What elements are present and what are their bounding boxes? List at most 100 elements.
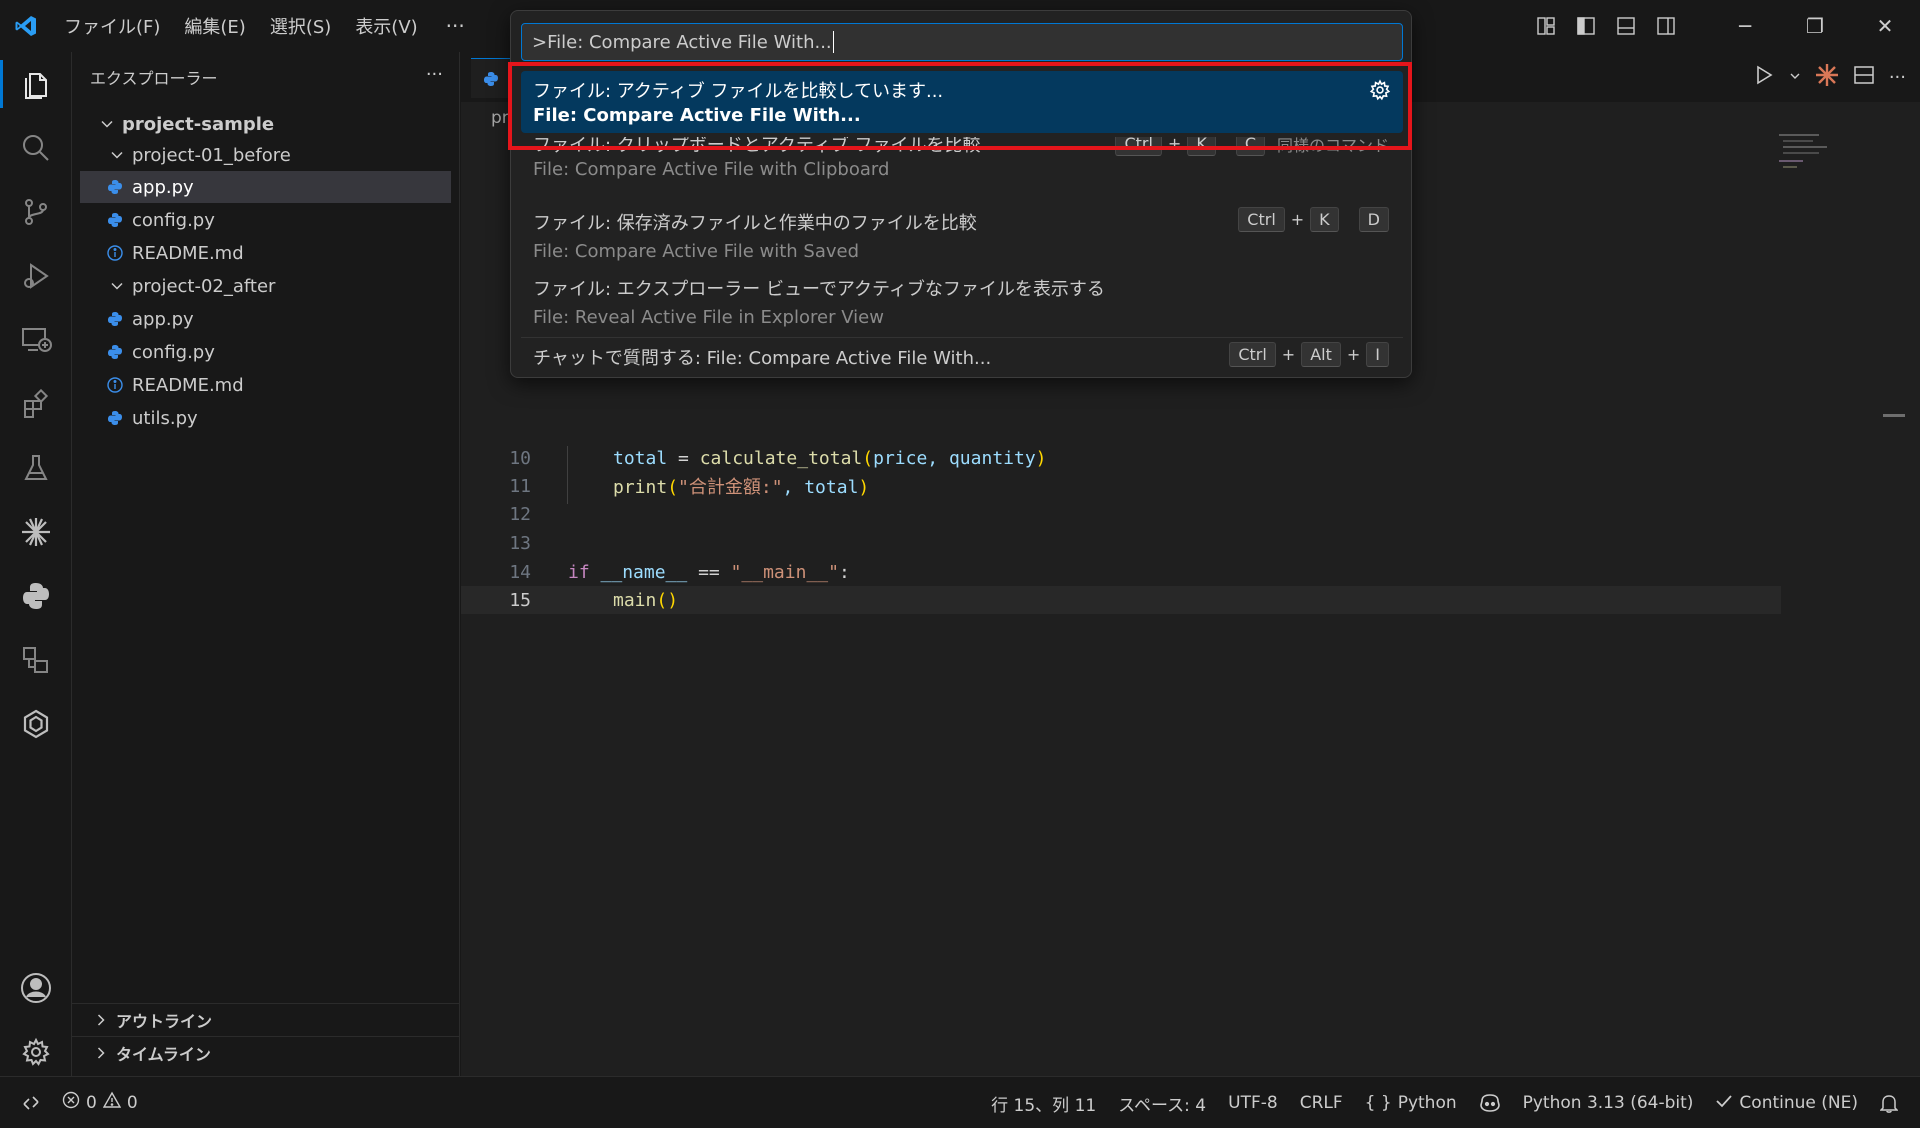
- python-interpreter[interactable]: Python 3.13 (64-bit): [1512, 1077, 1705, 1128]
- palette-item-detail: File: Reveal Active File in Explorer Vie…: [533, 307, 884, 328]
- palette-item-detail: File: Compare Active File with Clipboard: [533, 159, 890, 180]
- command-palette-query: >File: Compare Active File With...: [532, 31, 832, 53]
- code-line-14[interactable]: 14 if __name__ == "__main__":: [461, 558, 1781, 586]
- tree-folder-root[interactable]: project-sample: [80, 108, 451, 140]
- cursor-position[interactable]: 行 15、列 11: [980, 1077, 1107, 1128]
- toggle-primary-sidebar-icon[interactable]: [1566, 0, 1606, 52]
- restore-button[interactable]: ❐: [1780, 0, 1850, 52]
- command-palette-input[interactable]: >File: Compare Active File With...: [521, 23, 1403, 61]
- accounts-icon[interactable]: [0, 956, 72, 1020]
- palette-item-ask-chat[interactable]: チャットで質問する: File: Compare Active File Wit…: [521, 337, 1403, 373]
- continue-label: Continue (NE): [1739, 1093, 1858, 1113]
- palette-item-reveal-in-explorer[interactable]: ファイル: エクスプローラー ビューでアクティブなファイルを表示する File:…: [521, 269, 1403, 331]
- tree-folder-project-02[interactable]: project-02_after: [80, 270, 451, 302]
- language-label: Python: [1397, 1093, 1457, 1113]
- scrollbar-marker[interactable]: [1883, 414, 1905, 417]
- run-and-debug-icon[interactable]: [0, 244, 72, 308]
- check-icon: [1715, 1092, 1733, 1115]
- toggle-panel-icon[interactable]: [1606, 0, 1646, 52]
- menu-edit[interactable]: 編集(E): [172, 0, 257, 52]
- notifications-bell-icon[interactable]: [1869, 1077, 1920, 1128]
- code-line-15[interactable]: 15 main(): [461, 586, 1781, 614]
- search-icon[interactable]: [0, 116, 72, 180]
- explorer-more-button[interactable]: ···: [426, 64, 443, 85]
- split-editor-icon[interactable]: [1853, 64, 1875, 91]
- status-bar-right: 行 15、列 11 スペース: 4 UTF-8 CRLF { } Python …: [980, 1077, 1920, 1128]
- close-window-button[interactable]: ✕: [1850, 0, 1920, 52]
- code-line-11[interactable]: 11 print("合計金額:", total): [461, 472, 1781, 500]
- palette-item-label: ファイル: エクスプローラー ビューでアクティブなファイルを表示する: [533, 279, 1105, 300]
- explorer-icon[interactable]: [0, 52, 72, 116]
- claude-spark-icon[interactable]: [1815, 63, 1839, 92]
- tree-label: config.py: [132, 341, 215, 363]
- more-actions-icon[interactable]: ···: [1889, 67, 1906, 88]
- end-of-line[interactable]: CRLF: [1289, 1077, 1354, 1128]
- chevron-down-icon[interactable]: [1789, 67, 1801, 87]
- timeline-section[interactable]: タイムライン: [72, 1036, 459, 1068]
- remote-explorer-icon[interactable]: [0, 308, 72, 372]
- tree-file-app-py-2[interactable]: app.py: [80, 303, 451, 335]
- error-count: 0: [86, 1092, 97, 1113]
- code-line-12[interactable]: 12: [461, 500, 1781, 528]
- breadcrumb[interactable]: pr: [491, 108, 509, 128]
- menu-more-button[interactable]: ···: [430, 14, 481, 38]
- error-icon: [62, 1091, 80, 1114]
- python-file-icon: [106, 343, 124, 361]
- braces-icon: { }: [1364, 1093, 1392, 1113]
- tree-file-readme-1[interactable]: README.md: [80, 237, 451, 269]
- tree-file-readme-2[interactable]: README.md: [80, 369, 451, 401]
- tree-file-config-py-1[interactable]: config.py: [80, 204, 451, 236]
- keybinding: Ctrl + K D: [1238, 207, 1389, 232]
- tree-label: app.py: [132, 176, 194, 198]
- chevron-right-icon: [92, 1011, 110, 1029]
- explorer-title: エクスプローラー: [90, 69, 218, 88]
- tree-folder-project-01[interactable]: project-01_before: [80, 139, 451, 171]
- minimap[interactable]: [1779, 132, 1899, 192]
- indentation[interactable]: スペース: 4: [1107, 1077, 1217, 1128]
- title-controls: ─ ❐ ✕: [1526, 0, 1920, 52]
- remote-indicator-icon[interactable]: [0, 1077, 51, 1128]
- palette-item-label: ファイル: 保存済みファイルと作業中のファイルを比較: [533, 213, 977, 234]
- openai-extension-icon[interactable]: [0, 692, 72, 756]
- menu-view[interactable]: 表示(V): [343, 0, 429, 52]
- tree-label: project-sample: [122, 113, 275, 135]
- code-text: total = calculate_total(price, quantity): [613, 447, 1047, 469]
- outline-section[interactable]: アウトライン: [72, 1003, 459, 1035]
- line-number: 13: [509, 532, 531, 554]
- copilot-spark-icon[interactable]: [0, 500, 72, 564]
- explorer-sidebar: エクスプローラー ··· project-sample project-01_b…: [72, 52, 460, 1076]
- line-number: 10: [509, 447, 531, 469]
- problems-indicator[interactable]: 0 0: [51, 1077, 149, 1128]
- continue-status[interactable]: Continue (NE): [1704, 1077, 1869, 1128]
- customize-layout-icon[interactable]: [1526, 0, 1566, 52]
- source-control-icon[interactable]: [0, 180, 72, 244]
- encoding[interactable]: UTF-8: [1217, 1077, 1289, 1128]
- text-caret: [832, 31, 834, 53]
- toggle-secondary-sidebar-icon[interactable]: [1646, 0, 1686, 52]
- python-file-icon: [106, 310, 124, 328]
- palette-item-compare-saved[interactable]: ファイル: 保存済みファイルと作業中のファイルを比較 File: Compare…: [521, 203, 1403, 265]
- copilot-status-icon[interactable]: [1468, 1077, 1512, 1128]
- tree-file-config-py-2[interactable]: config.py: [80, 336, 451, 368]
- tree-label: config.py: [132, 209, 215, 231]
- testing-icon[interactable]: [0, 436, 72, 500]
- settings-gear-icon[interactable]: [0, 1020, 72, 1084]
- run-python-file-icon[interactable]: [1753, 64, 1775, 91]
- python-icon[interactable]: [0, 564, 72, 628]
- code-line-10[interactable]: 10 total = calculate_total(price, quanti…: [461, 444, 1781, 472]
- menu-selection[interactable]: 選択(S): [258, 0, 343, 52]
- tree-file-app-py-1[interactable]: app.py: [80, 171, 451, 203]
- containers-icon[interactable]: [0, 628, 72, 692]
- language-mode[interactable]: { } Python: [1354, 1077, 1468, 1128]
- line-number: 12: [509, 503, 531, 525]
- editor-tab-app-py[interactable]: [471, 58, 511, 98]
- info-icon: [106, 376, 124, 394]
- line-number: 14: [509, 561, 531, 583]
- minimize-button[interactable]: ─: [1710, 0, 1780, 52]
- outline-label: アウトライン: [116, 1011, 213, 1031]
- extensions-icon[interactable]: [0, 372, 72, 436]
- code-line-13[interactable]: 13: [461, 529, 1781, 557]
- tree-file-utils-py[interactable]: utils.py: [80, 402, 451, 434]
- explorer-header: エクスプローラー ···: [72, 52, 459, 102]
- menu-file[interactable]: ファイル(F): [52, 0, 172, 52]
